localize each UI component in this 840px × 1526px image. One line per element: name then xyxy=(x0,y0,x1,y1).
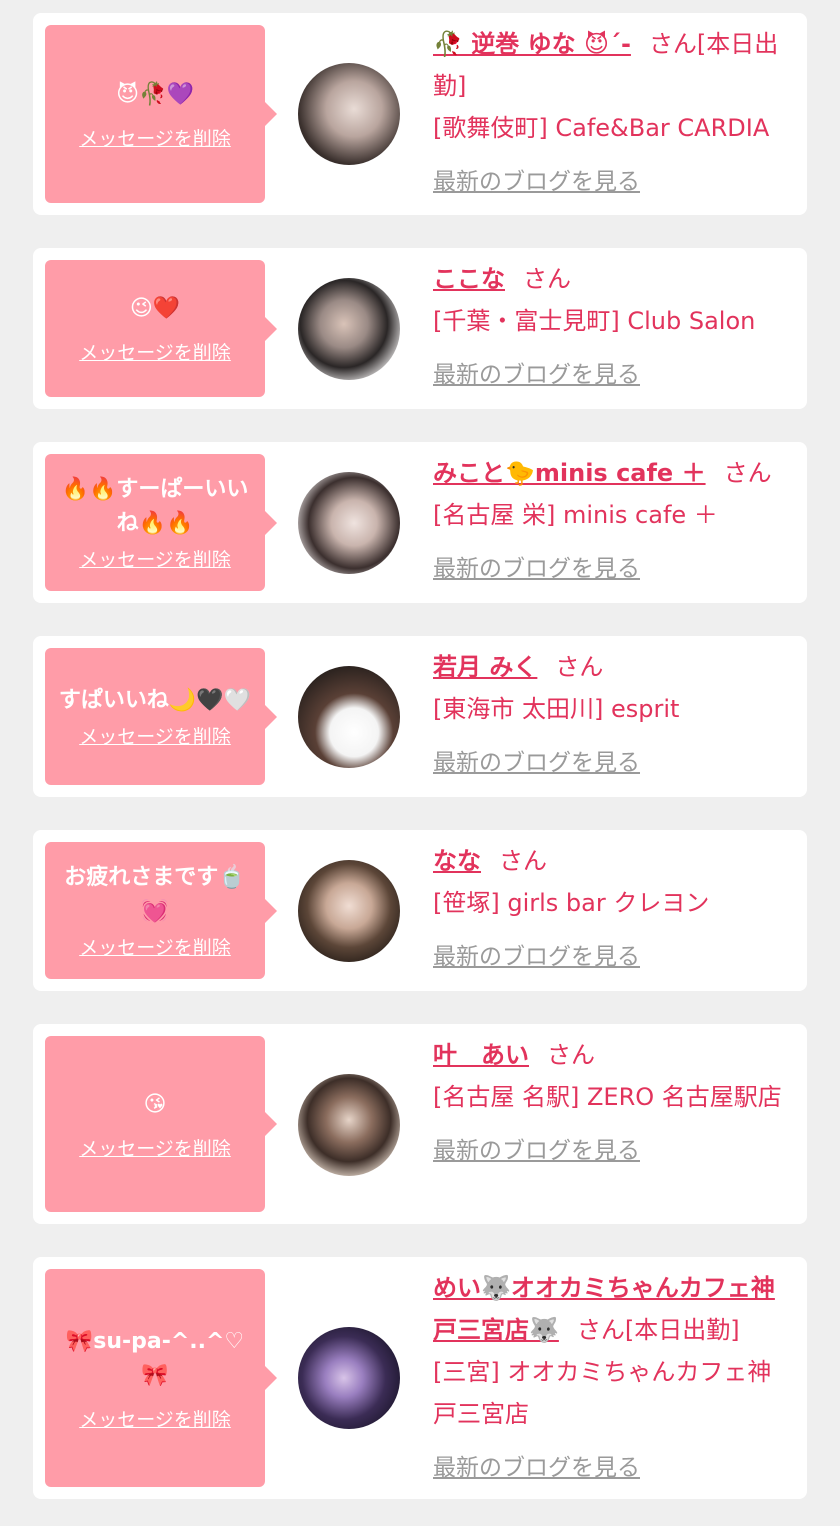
shop-label: [歌舞伎町] Cafe&Bar CARDIA xyxy=(433,114,770,142)
message-bubble: 🎀su-pa-^..^♡🎀 メッセージを削除 xyxy=(45,1269,277,1487)
message-text: すぱいいね🌙🖤🤍 xyxy=(58,688,252,713)
latest-blog-link[interactable]: 最新のブログを見る xyxy=(433,936,795,978)
cast-name-link[interactable]: 若月 みく xyxy=(433,653,537,681)
delete-message-link[interactable]: メッセージを削除 xyxy=(79,1405,231,1432)
message-card: 🔥🔥すーぱーいいね🔥🔥 メッセージを削除 みこと🐤minis cafe ＋さん … xyxy=(33,442,807,603)
cast-info: なな さん [笹塚] girls bar クレヨン 最新のブログを見る xyxy=(433,840,795,978)
message-text: 😘 xyxy=(143,1091,167,1117)
avatar[interactable] xyxy=(298,63,400,165)
honorific-suffix: さん[本日出勤] xyxy=(576,1316,740,1344)
cast-name-link[interactable]: みこと🐤minis cafe ＋ xyxy=(433,459,706,487)
message-bubble: お疲れさまです🍵💓 メッセージを削除 xyxy=(45,842,277,979)
honorific-suffix: さん xyxy=(499,847,547,875)
message-text: 🔥🔥すーぱーいいね🔥🔥 xyxy=(61,477,249,536)
cast-info: みこと🐤minis cafe ＋さん [名古屋 栄] minis cafe ＋ … xyxy=(433,452,795,590)
message-bubble: 😘 メッセージを削除 xyxy=(45,1036,277,1212)
delete-message-link[interactable]: メッセージを削除 xyxy=(79,1134,231,1161)
delete-message-link[interactable]: メッセージを削除 xyxy=(79,124,231,151)
avatar[interactable] xyxy=(298,666,400,768)
message-text: お疲れさまです🍵💓 xyxy=(64,865,246,924)
cast-info: めい🐺オオカミちゃんカフェ神戸三宮店🐺 さん[本日出勤] [三宮] オオカミちゃん… xyxy=(433,1267,795,1489)
shop-label: [三宮] オオカミちゃんカフェ神戸三宮店 xyxy=(433,1358,772,1428)
message-bubble: 🔥🔥すーぱーいいね🔥🔥 メッセージを削除 xyxy=(45,454,277,591)
message-bubble: 😈🥀💜 メッセージを削除 xyxy=(45,25,277,203)
latest-blog-link[interactable]: 最新のブログを見る xyxy=(433,1447,795,1489)
message-card: すぱいいね🌙🖤🤍 メッセージを削除 若月 みく さん [東海市 太田川] espr… xyxy=(33,636,807,797)
cast-info: ここな さん [千葉・富士見町] Club Salon 最新のブログを見る xyxy=(433,258,795,396)
message-text: 😉❤️ xyxy=(129,296,181,321)
avatar[interactable] xyxy=(298,1327,400,1429)
message-text: 🎀su-pa-^..^♡🎀 xyxy=(65,1328,245,1388)
latest-blog-link[interactable]: 最新のブログを見る xyxy=(433,1130,795,1172)
latest-blog-link[interactable]: 最新のブログを見る xyxy=(433,742,795,784)
delete-message-link[interactable]: メッセージを削除 xyxy=(79,338,231,365)
message-card: 😘 メッセージを削除 叶 あい さん [名古屋 名駅] ZERO 名古屋駅店 最新… xyxy=(33,1024,807,1224)
cast-info: 叶 あい さん [名古屋 名駅] ZERO 名古屋駅店 最新のブログを見る xyxy=(433,1034,795,1172)
latest-blog-link[interactable]: 最新のブログを見る xyxy=(433,548,795,590)
cast-name-link[interactable]: ここな xyxy=(433,265,505,293)
avatar[interactable] xyxy=(298,1074,400,1176)
delete-message-link[interactable]: メッセージを削除 xyxy=(79,722,231,749)
message-text: 😈🥀💜 xyxy=(116,81,194,107)
cast-name-link[interactable]: なな xyxy=(433,847,481,875)
shop-label: [笹塚] girls bar クレヨン xyxy=(433,889,710,917)
cast-info: 若月 みく さん [東海市 太田川] esprit 最新のブログを見る xyxy=(433,646,795,784)
message-card: 🎀su-pa-^..^♡🎀 メッセージを削除 めい🐺オオカミちゃんカフェ神戸三宮… xyxy=(33,1257,807,1499)
shop-label: [名古屋 栄] minis cafe ＋ xyxy=(433,501,718,529)
shop-label: [名古屋 名駅] ZERO 名古屋駅店 xyxy=(433,1083,782,1111)
avatar[interactable] xyxy=(298,278,400,380)
cast-name-link[interactable]: 🥀 逆巻 ゆな 😈ˊ- xyxy=(433,30,631,58)
delete-message-link[interactable]: メッセージを削除 xyxy=(79,933,231,960)
honorific-suffix: さん xyxy=(723,459,772,487)
cast-name-link[interactable]: 叶 あい xyxy=(433,1041,529,1069)
message-card: 😉❤️ メッセージを削除 ここな さん [千葉・富士見町] Club Salon … xyxy=(33,248,807,409)
cast-info: 🥀 逆巻 ゆな 😈ˊ- さん[本日出勤] [歌舞伎町] Cafe&Bar CARD… xyxy=(433,23,795,203)
avatar[interactable] xyxy=(298,860,400,962)
honorific-suffix: さん xyxy=(555,653,604,681)
latest-blog-link[interactable]: 最新のブログを見る xyxy=(433,354,795,396)
honorific-suffix: さん xyxy=(523,265,571,293)
shop-label: [千葉・富士見町] Club Salon xyxy=(433,307,756,335)
message-card: 😈🥀💜 メッセージを削除 🥀 逆巻 ゆな 😈ˊ- さん[本日出勤] [歌舞伎町] … xyxy=(33,13,807,215)
delete-message-link[interactable]: メッセージを削除 xyxy=(79,545,231,572)
honorific-suffix: さん xyxy=(547,1041,595,1069)
message-card: お疲れさまです🍵💓 メッセージを削除 なな さん [笹塚] girls bar ク… xyxy=(33,830,807,991)
message-bubble: すぱいいね🌙🖤🤍 メッセージを削除 xyxy=(45,648,277,785)
shop-label: [東海市 太田川] esprit xyxy=(433,695,680,723)
message-bubble: 😉❤️ メッセージを削除 xyxy=(45,260,277,397)
avatar[interactable] xyxy=(298,472,400,574)
latest-blog-link[interactable]: 最新のブログを見る xyxy=(433,161,795,203)
